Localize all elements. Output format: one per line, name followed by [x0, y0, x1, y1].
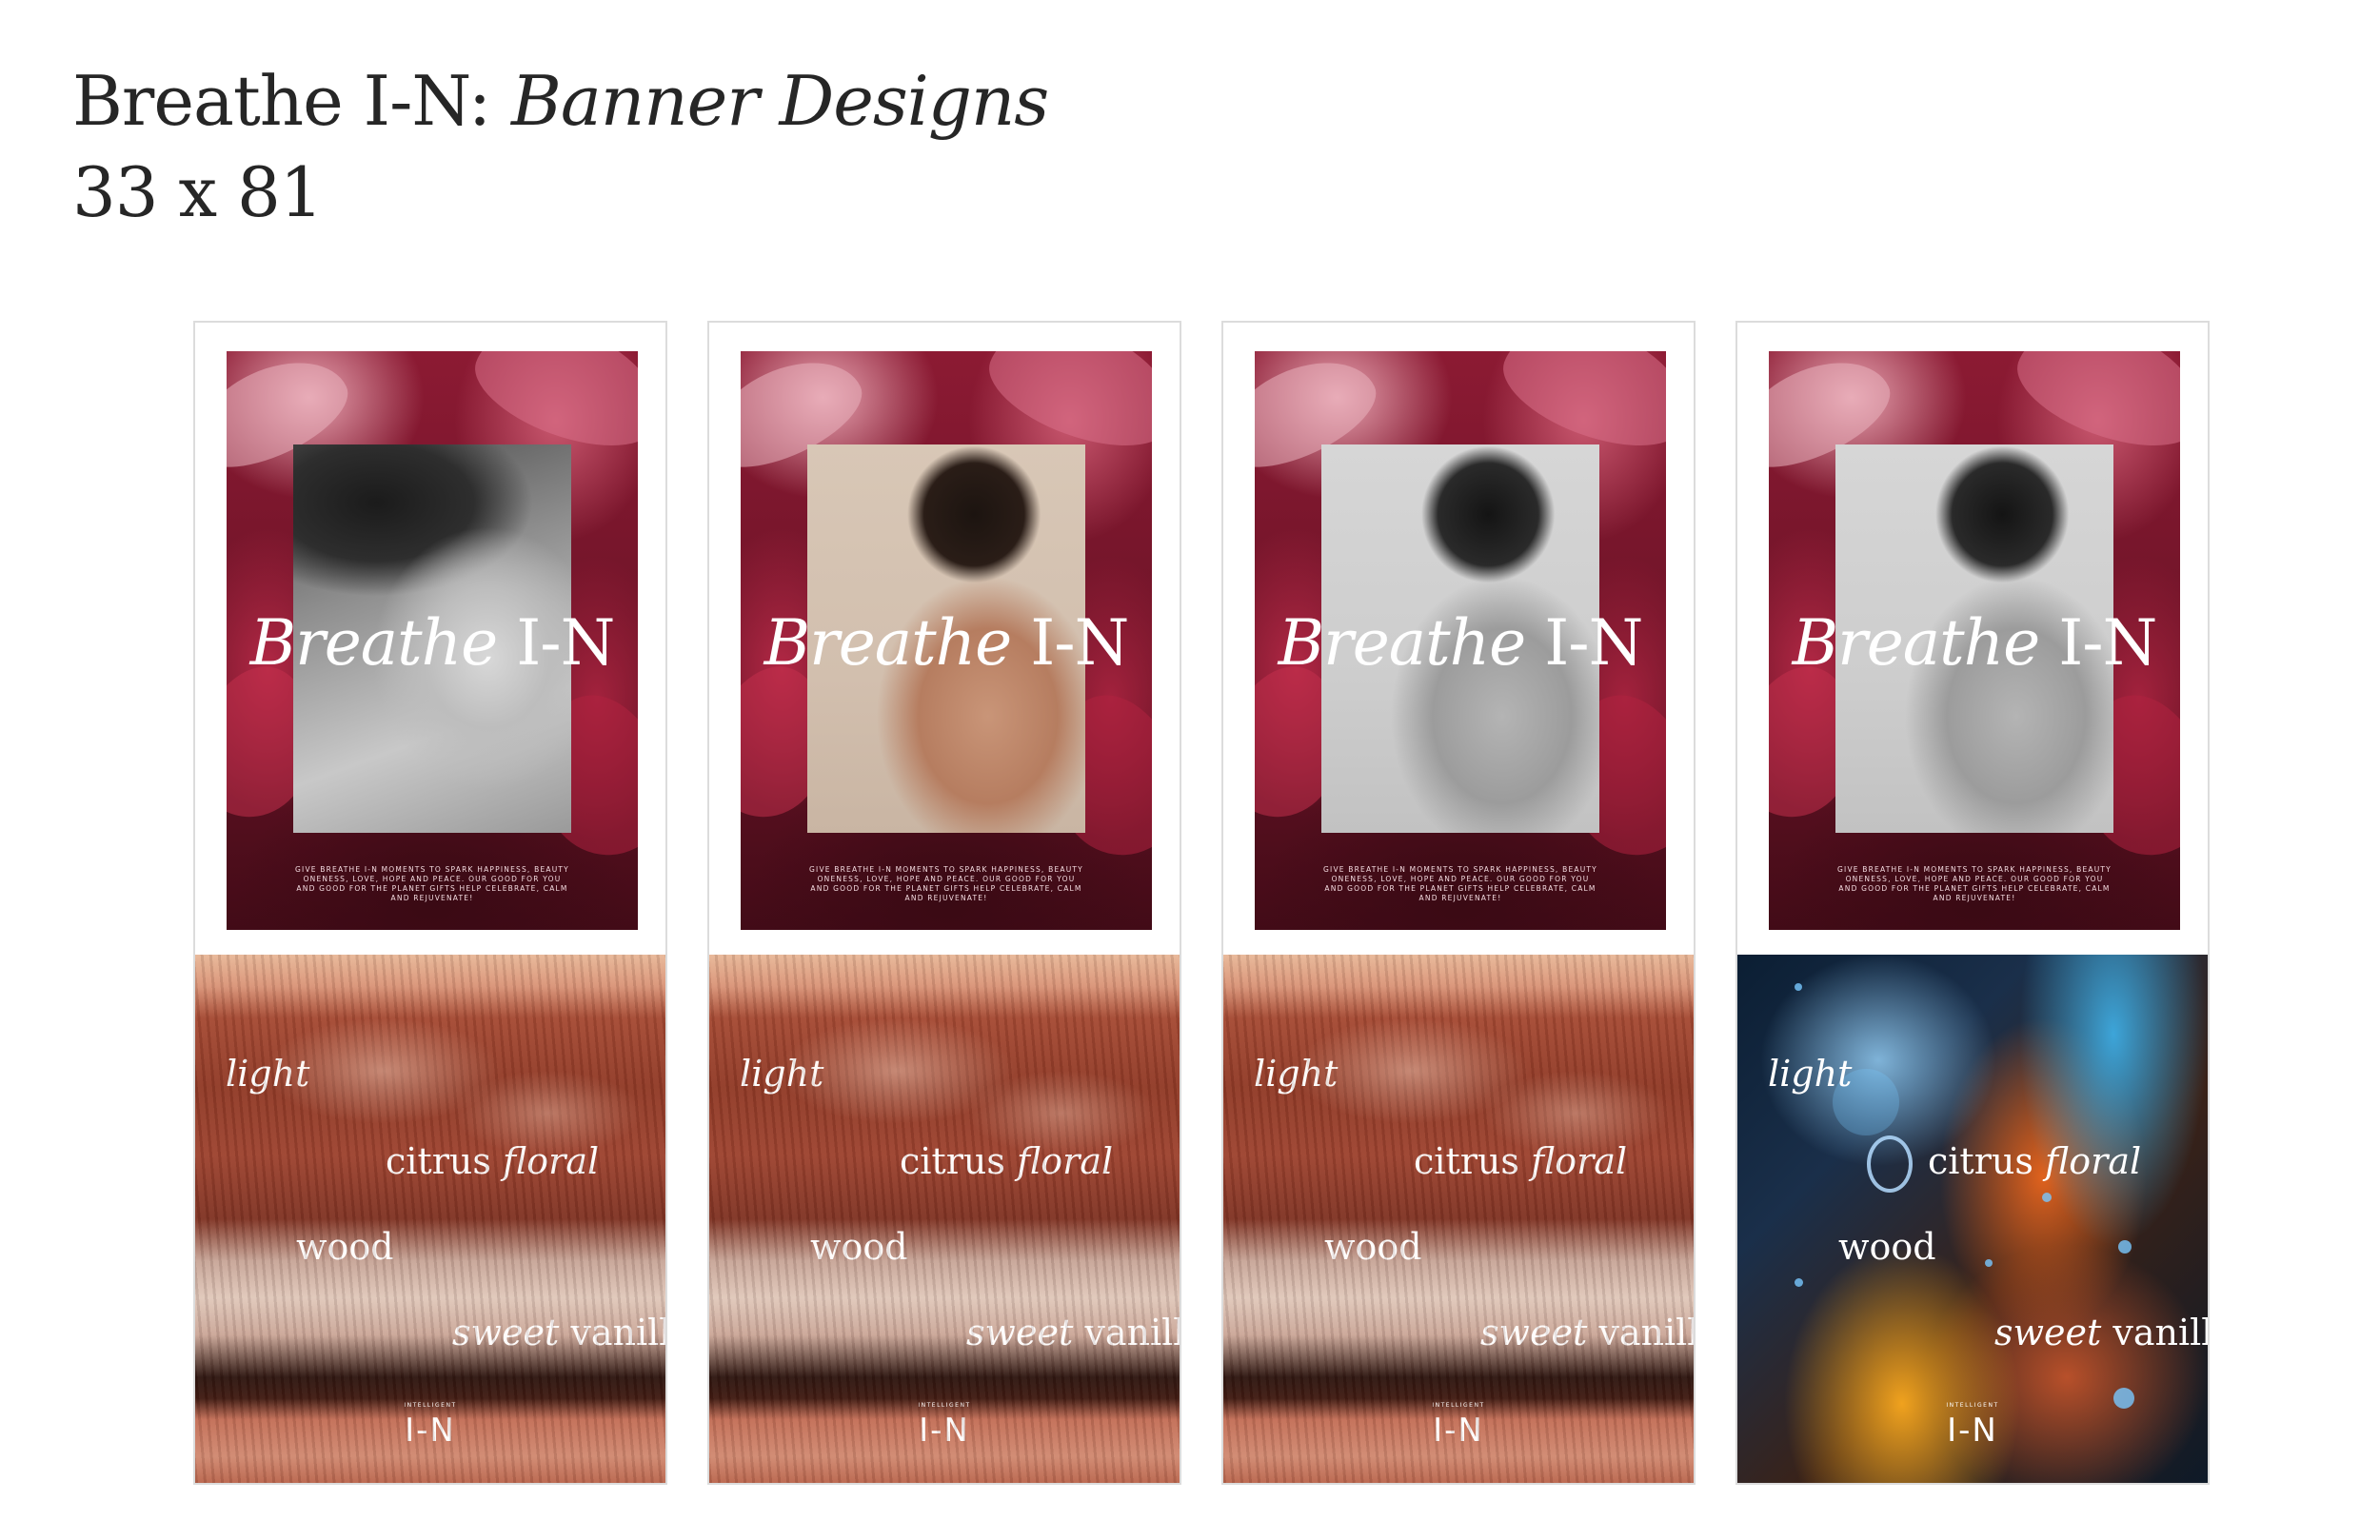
banner-design-4[interactable]: Breathe I-N GIVE BREATHE I-N MOMENTS TO …	[1735, 321, 2210, 1485]
scent-word-floral: floral	[1530, 1140, 1628, 1182]
brand-logo-tagline: INTELLIGENT	[404, 1402, 457, 1409]
brand-logo-mark: I-N	[405, 1412, 456, 1450]
scent-word-sweet: sweet	[1994, 1312, 2102, 1353]
scent-word-wood: wood	[1838, 1226, 1936, 1268]
poster-title: Breathe I-N	[227, 606, 638, 680]
scent-word-floral: floral	[2044, 1140, 2142, 1182]
banner-design-3[interactable]: Breathe I-N GIVE BREATHE I-N MOMENTS TO …	[1221, 321, 1696, 1485]
scent-word-light: light	[740, 1053, 824, 1095]
brand-logo: INTELLIGENT I-N	[1737, 1402, 2208, 1449]
scent-word-sweet: sweet	[1480, 1312, 1588, 1353]
lips-photo-panel: light citrus floral wood sweet vanilla I…	[1223, 955, 1694, 1483]
poster-title-plain: I-N	[1525, 606, 1643, 680]
scent-word-vanilla: vanilla	[1598, 1312, 1694, 1353]
page-title-plain: Breathe I-N:	[72, 61, 512, 141]
poster-title-italic: Breathe	[1792, 606, 2041, 680]
brand-logo: INTELLIGENT I-N	[195, 1402, 665, 1449]
poster-title-plain: I-N	[497, 606, 615, 680]
poster-copy: GIVE BREATHE I-N MOMENTS TO SPARK HAPPIN…	[809, 865, 1083, 902]
scent-word-sweet-vanilla: sweet vanilla	[452, 1312, 665, 1353]
scent-word-wood: wood	[296, 1226, 394, 1268]
lips-photo-panel: light citrus floral wood sweet vanilla I…	[709, 955, 1180, 1483]
bubble-shape	[1795, 1278, 1803, 1287]
banner-design-2[interactable]: Breathe I-N GIVE BREATHE I-N MOMENTS TO …	[707, 321, 1181, 1485]
scent-word-vanilla: vanilla	[570, 1312, 665, 1353]
brand-logo-mark: I-N	[919, 1412, 970, 1450]
scent-word-sweet: sweet	[452, 1312, 560, 1353]
poster-copy: GIVE BREATHE I-N MOMENTS TO SPARK HAPPIN…	[1837, 865, 2112, 902]
scent-word-vanilla: vanilla	[1084, 1312, 1180, 1353]
bubble-ring-shape	[1867, 1135, 1913, 1193]
scent-word-citrus-floral: citrus floral	[1928, 1140, 2141, 1182]
scent-word-sweet-vanilla: sweet vanilla	[966, 1312, 1180, 1353]
brand-logo: INTELLIGENT I-N	[709, 1402, 1180, 1449]
scent-word-wood: wood	[810, 1226, 908, 1268]
scent-word-floral: floral	[1016, 1140, 1114, 1182]
scent-word-vanilla: vanilla	[2112, 1312, 2208, 1353]
page-title: Breathe I-N: Banner Designs	[72, 55, 1049, 147]
poster-title-plain: I-N	[2039, 606, 2157, 680]
scent-word-citrus-floral: citrus floral	[900, 1140, 1113, 1182]
bubble-shape	[2118, 1240, 2132, 1254]
bubble-shape	[2042, 1193, 2052, 1202]
scent-word-floral: floral	[502, 1140, 600, 1182]
scent-word-light: light	[226, 1053, 310, 1095]
scent-word-citrus: citrus	[900, 1140, 1005, 1182]
scent-word-sweet-vanilla: sweet vanilla	[1480, 1312, 1694, 1353]
brand-logo-tagline: INTELLIGENT	[1432, 1402, 1485, 1409]
poster-title-italic: Breathe	[249, 606, 499, 680]
scent-word-light: light	[1254, 1053, 1339, 1095]
page-header: Breathe I-N: Banner Designs 33 x 81	[72, 55, 1049, 238]
brand-logo-tagline: INTELLIGENT	[1946, 1402, 1999, 1409]
lips-photo-panel: light citrus floral wood sweet vanilla I…	[195, 955, 665, 1483]
scent-word-sweet-vanilla: sweet vanilla	[1994, 1312, 2208, 1353]
poster-title-italic: Breathe	[764, 606, 1013, 680]
banner-design-1[interactable]: Breathe I-N GIVE BREATHE I-N MOMENTS TO …	[193, 321, 667, 1485]
poster-title: Breathe I-N	[1769, 606, 2180, 680]
poster-title: Breathe I-N	[741, 606, 1152, 680]
brand-logo: INTELLIGENT I-N	[1223, 1402, 1694, 1449]
scent-word-sweet: sweet	[966, 1312, 1074, 1353]
bubble-shape	[1985, 1259, 1993, 1267]
poster-copy: GIVE BREATHE I-N MOMENTS TO SPARK HAPPIN…	[1323, 865, 1597, 902]
brand-logo-mark: I-N	[1433, 1412, 1484, 1450]
bubble-shape	[1795, 983, 1802, 991]
poster-title-italic: Breathe	[1278, 606, 1527, 680]
scent-word-citrus: citrus	[1414, 1140, 1519, 1182]
scent-word-light: light	[1768, 1053, 1853, 1095]
scent-word-citrus: citrus	[1928, 1140, 2033, 1182]
brand-logo-tagline: INTELLIGENT	[918, 1402, 971, 1409]
banner-poster: Breathe I-N GIVE BREATHE I-N MOMENTS TO …	[1255, 351, 1666, 930]
poster-title: Breathe I-N	[1255, 606, 1666, 680]
banner-poster: Breathe I-N GIVE BREATHE I-N MOMENTS TO …	[227, 351, 638, 930]
page-title-italic: Banner Designs	[511, 61, 1049, 141]
poster-title-plain: I-N	[1011, 606, 1129, 680]
cosmic-abstract-panel: light citrus floral wood sweet vanilla I…	[1737, 955, 2208, 1483]
scent-word-citrus: citrus	[386, 1140, 491, 1182]
poster-copy: GIVE BREATHE I-N MOMENTS TO SPARK HAPPIN…	[295, 865, 569, 902]
scent-word-citrus-floral: citrus floral	[386, 1140, 599, 1182]
scent-word-wood: wood	[1324, 1226, 1422, 1268]
brand-logo-mark: I-N	[1947, 1412, 1998, 1450]
page-subtitle-dimensions: 33 x 81	[72, 152, 324, 232]
scent-word-citrus-floral: citrus floral	[1414, 1140, 1627, 1182]
banner-poster: Breathe I-N GIVE BREATHE I-N MOMENTS TO …	[741, 351, 1152, 930]
banner-poster: Breathe I-N GIVE BREATHE I-N MOMENTS TO …	[1769, 351, 2180, 930]
